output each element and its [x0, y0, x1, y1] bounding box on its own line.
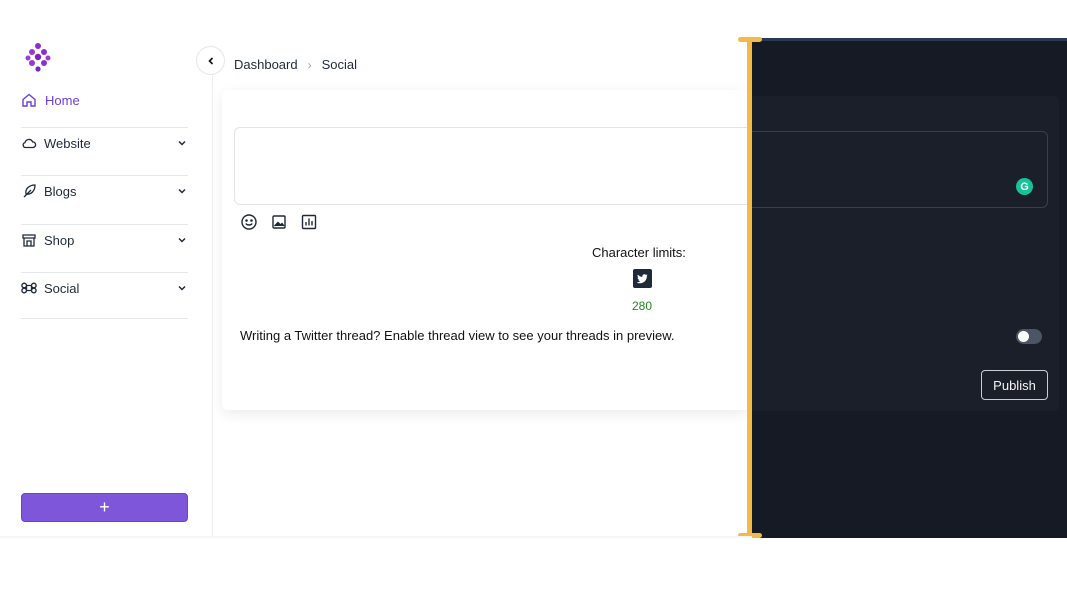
post-textarea[interactable]: [234, 127, 754, 205]
comparison-slider-handle[interactable]: [747, 38, 752, 538]
sidebar-item-label: Home: [45, 92, 80, 108]
chevron-down-icon: [178, 237, 186, 243]
breadcrumb-separator: ›: [307, 57, 312, 72]
toggle-knob: [1018, 331, 1029, 342]
collapse-sidebar-button[interactable]: [196, 46, 225, 75]
post-textarea-dark[interactable]: [752, 131, 1048, 208]
emoji-icon[interactable]: [240, 213, 258, 231]
sidebar-item-label: Website: [44, 135, 91, 151]
command-icon: [21, 280, 37, 296]
breadcrumb: Dashboard › Social: [234, 57, 357, 72]
sidebar-divider: [21, 318, 188, 319]
app-window: Home Website Blogs Shop Social + Dashboa…: [0, 0, 1067, 540]
sidebar-item-home[interactable]: Home: [21, 92, 80, 108]
chevron-down-icon: [178, 140, 186, 146]
twitter-character-count: 280: [632, 299, 653, 313]
grammarly-icon[interactable]: G: [1016, 178, 1033, 195]
twitter-icon: [633, 269, 652, 288]
sidebar-item-label: Shop: [44, 232, 75, 248]
slider-handle-top-cap[interactable]: [738, 37, 762, 42]
sidebar-item-label: Blogs: [44, 183, 77, 199]
sidebar-border: [212, 74, 213, 540]
sidebar-item-social[interactable]: Social: [21, 268, 188, 308]
app-logo: [25, 43, 51, 72]
store-icon: [21, 232, 37, 248]
bottom-shadow: [0, 536, 752, 540]
sidebar-item-website[interactable]: Website: [21, 123, 188, 163]
character-limits-label: Character limits:: [592, 245, 686, 260]
composer-toolbar: [240, 213, 318, 231]
add-button[interactable]: +: [21, 493, 188, 522]
sidebar-item-shop[interactable]: Shop: [21, 220, 188, 260]
plus-icon: +: [99, 497, 110, 517]
chevron-left-icon: [207, 56, 213, 65]
chevron-down-icon: [178, 188, 186, 194]
breadcrumb-dashboard[interactable]: Dashboard: [234, 57, 298, 72]
thread-view-prompt: Writing a Twitter thread? Enable thread …: [240, 328, 675, 343]
poll-icon[interactable]: [300, 213, 318, 231]
home-icon: [22, 93, 36, 107]
chevron-down-icon: [178, 285, 186, 291]
cloud-icon: [21, 135, 37, 151]
breadcrumb-social: Social: [321, 57, 358, 72]
publish-button[interactable]: Publish: [981, 370, 1048, 400]
sidebar-item-label: Social: [44, 280, 80, 296]
image-icon[interactable]: [270, 213, 288, 231]
feather-icon: [21, 183, 37, 199]
sidebar-item-blogs[interactable]: Blogs: [21, 171, 188, 211]
thread-view-toggle[interactable]: [1016, 329, 1042, 344]
